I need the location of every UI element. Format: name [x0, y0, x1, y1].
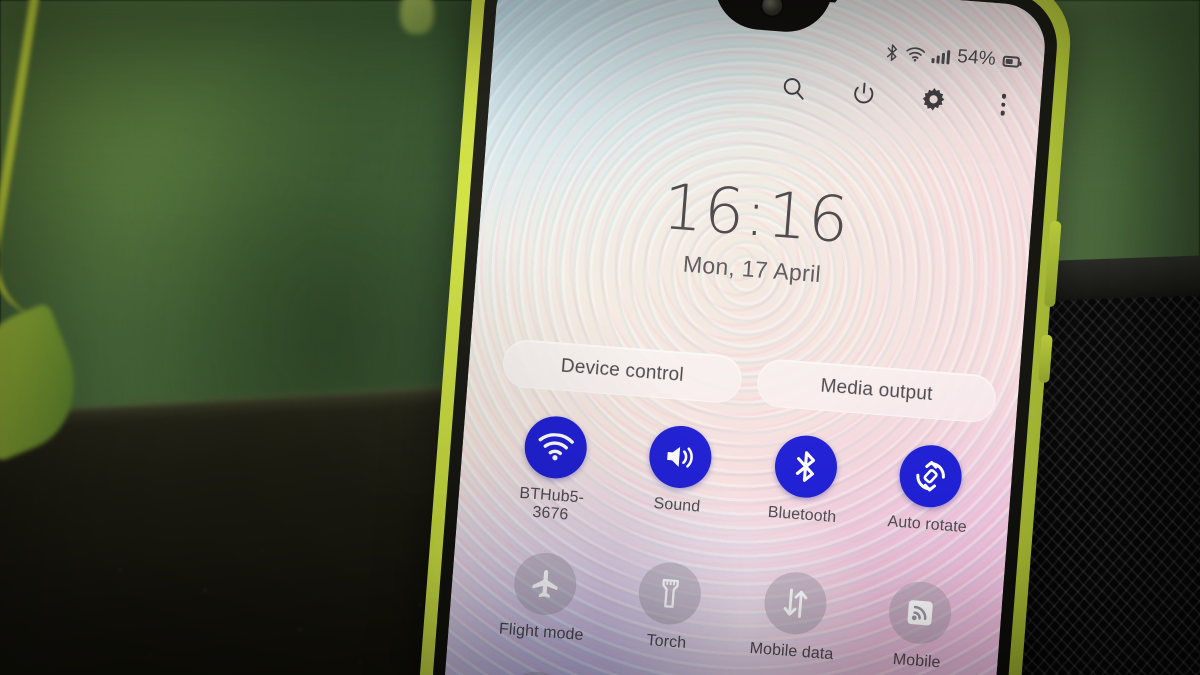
front-camera-icon [761, 0, 783, 17]
location-icon [502, 669, 570, 675]
sound-toggle[interactable]: Sound [612, 421, 745, 537]
battery-percent-label: 54% [956, 46, 997, 70]
data-arrows-icon [761, 569, 829, 637]
device-control-button[interactable]: Device control [501, 338, 744, 405]
photo-scene: 54% 16:16 Mon, 17 April Device control M… [0, 0, 1200, 675]
speaker-icon [647, 423, 714, 491]
quick-panel-actions [778, 72, 1020, 120]
plant-tip [400, 0, 434, 34]
settings-icon[interactable] [917, 83, 949, 115]
quick-settings-grid: BTHub5-3676 Sound Bluetooth Auto rotate … [470, 412, 996, 675]
wifi-icon [522, 414, 589, 481]
torch-toggle[interactable]: Torch [603, 558, 735, 656]
smartphone: 54% 16:16 Mon, 17 April Device control M… [407, 0, 1075, 675]
search-icon[interactable] [778, 72, 810, 104]
quick-panel-pills: Device control Media output [501, 338, 998, 424]
rotate-icon [897, 442, 965, 510]
battery-icon [1002, 55, 1021, 68]
auto-rotate-label: Auto rotate [886, 513, 968, 537]
phone-screen: 54% 16:16 Mon, 17 April Device control M… [434, 0, 1048, 675]
mobile-hotspot-toggle[interactable]: Mobile [853, 577, 985, 675]
kebab-dots [1000, 93, 1007, 116]
flashlight-icon [636, 560, 704, 627]
mobile-hotspot-label: Mobile [892, 650, 942, 672]
signal-bars-icon [931, 48, 951, 64]
lockscreen-clock: 16:16 Mon, 17 April [477, 156, 1034, 304]
bluetooth-label: Bluetooth [767, 503, 837, 527]
auto-rotate-toggle[interactable]: Auto rotate [862, 440, 995, 556]
torch-label: Torch [645, 631, 687, 652]
mobile-data-toggle[interactable]: Mobile data [728, 567, 860, 665]
sound-label: Sound [652, 495, 701, 516]
location-toggle[interactable] [470, 667, 601, 675]
wifi-toggle[interactable]: BTHub5-3676 [487, 412, 620, 528]
bluetooth-icon [772, 433, 840, 500]
power-icon[interactable] [848, 78, 880, 110]
display-notch [711, 0, 833, 36]
more-icon[interactable] [987, 89, 1019, 121]
bluetooth-status-icon [886, 43, 900, 61]
flight-mode-label: Flight mode [498, 620, 585, 644]
flight-mode-toggle[interactable]: Flight mode [478, 548, 610, 646]
bluetooth-toggle[interactable]: Bluetooth [737, 431, 870, 547]
airplane-icon [511, 550, 579, 618]
wifi-status-icon [906, 46, 926, 62]
mobile-data-label: Mobile data [749, 639, 834, 664]
wifi-label: BTHub5-3676 [518, 484, 585, 524]
media-output-button[interactable]: Media output [755, 357, 998, 424]
hotspot-icon [887, 579, 954, 646]
status-bar: 54% [886, 41, 1021, 73]
